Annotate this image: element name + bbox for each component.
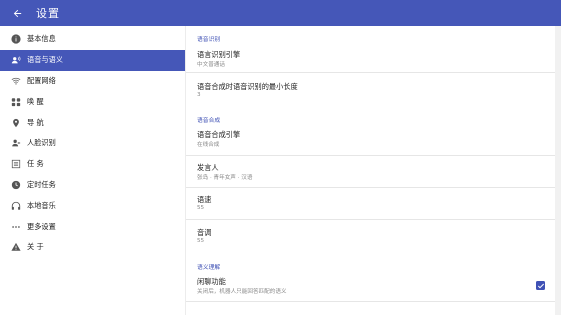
task-list-icon bbox=[10, 159, 21, 170]
sidebar-item-wake[interactable]: 唤 醒 bbox=[0, 91, 185, 112]
page-title: 设置 bbox=[36, 7, 60, 20]
chat-checkbox[interactable] bbox=[536, 281, 545, 290]
sidebar-item-tasks[interactable]: 任 务 bbox=[0, 154, 185, 175]
info-icon bbox=[10, 34, 21, 45]
app-bar: 设置 bbox=[0, 0, 561, 26]
headphones-icon bbox=[10, 200, 21, 211]
check-icon bbox=[537, 283, 544, 288]
pref-min-length[interactable]: 语音合成时语音识别的最小长度 3 bbox=[186, 73, 556, 106]
pref-asr-engine[interactable]: 语言识别引擎 中文普通话 bbox=[186, 45, 556, 72]
sidebar-item-label: 本地音乐 bbox=[27, 200, 56, 210]
clock-icon bbox=[10, 179, 21, 190]
pref-summary: 55 bbox=[197, 238, 205, 244]
sidebar-item-scheduled-tasks[interactable]: 定时任务 bbox=[0, 175, 185, 196]
sidebar-item-label: 人脸识别 bbox=[27, 138, 56, 148]
sidebar-item-more-settings[interactable]: 更多设置 bbox=[0, 216, 185, 237]
pref-summary: 中文普通话 bbox=[197, 62, 225, 68]
pref-pitch[interactable]: 音调 55 bbox=[186, 220, 556, 254]
more-dots-icon bbox=[10, 221, 21, 232]
pref-title: 语速 bbox=[197, 195, 212, 204]
pref-title: 语音合成时语音识别的最小长度 bbox=[197, 82, 298, 91]
pref-title: 音调 bbox=[197, 228, 212, 237]
pref-speed[interactable]: 语速 55 bbox=[186, 188, 556, 219]
voice-icon bbox=[10, 55, 21, 66]
sidebar-item-label: 定时任务 bbox=[27, 179, 56, 189]
pref-summary: 关闭后，机器人只能回答匹配的语义 bbox=[197, 289, 287, 295]
pref-title: 语音合成引擎 bbox=[197, 130, 241, 139]
pref-title: 发言人 bbox=[197, 163, 219, 172]
face-person-icon bbox=[10, 138, 21, 149]
pref-tts-engine[interactable]: 语音合成引擎 在线合成 bbox=[186, 124, 556, 154]
sidebar-item-basic-info[interactable]: 基本信息 bbox=[0, 29, 185, 50]
pref-title: 闲聊功能 bbox=[197, 277, 226, 286]
divider bbox=[186, 301, 556, 302]
location-pin-icon bbox=[10, 117, 21, 128]
sidebar-item-voice-semantics[interactable]: 语音与语义 bbox=[0, 49, 185, 71]
sidebar-item-label: 基本信息 bbox=[27, 34, 56, 44]
sidebar-item-face-recognition[interactable]: 人脸识别 bbox=[0, 133, 185, 154]
warning-icon bbox=[10, 242, 21, 253]
section-header-speech-recognition: 语音识别 bbox=[197, 37, 221, 43]
pref-chat[interactable]: 闲聊功能 关闭后，机器人只能回答匹配的语义 bbox=[186, 271, 556, 301]
sidebar-item-label: 唤 醒 bbox=[27, 96, 44, 106]
sidebar-item-network[interactable]: 配置网络 bbox=[0, 71, 185, 92]
sidebar-item-navigation[interactable]: 导 航 bbox=[0, 112, 185, 133]
arrow-left-icon[interactable] bbox=[8, 4, 26, 22]
pref-summary: 在线合成 bbox=[197, 142, 220, 148]
sidebar-item-label: 关 于 bbox=[27, 242, 44, 252]
pref-summary: 55 bbox=[197, 205, 205, 211]
wake-grid-icon bbox=[10, 96, 21, 107]
sidebar-item-local-music[interactable]: 本地音乐 bbox=[0, 195, 185, 216]
section-header-speech-synthesis: 语音合成 bbox=[197, 118, 221, 124]
pref-summary: 张岛 · 青年女声 · 汉语 bbox=[197, 175, 253, 181]
sidebar-item-about[interactable]: 关 于 bbox=[0, 237, 185, 258]
settings-content: 语音识别 语言识别引擎 中文普通话 语音合成时语音识别的最小长度 3 语音合成 … bbox=[185, 26, 556, 315]
sidebar: 基本信息 语音与语义 配置网络 唤 醒 导 航 人脸识别 任 务 定时任务 本地… bbox=[0, 26, 185, 315]
scrollbar-track[interactable] bbox=[555, 26, 561, 315]
sidebar-item-label: 更多设置 bbox=[27, 221, 56, 231]
pref-title: 语言识别引擎 bbox=[197, 50, 241, 59]
section-header-semantic-understanding: 语义理解 bbox=[197, 265, 221, 271]
sidebar-item-label: 任 务 bbox=[27, 159, 44, 169]
wifi-icon bbox=[10, 75, 21, 86]
pref-summary: 3 bbox=[197, 92, 201, 98]
sidebar-item-label: 导 航 bbox=[27, 117, 44, 127]
pref-speaker[interactable]: 发言人 张岛 · 青年女声 · 汉语 bbox=[186, 156, 556, 187]
sidebar-item-label: 语音与语义 bbox=[27, 55, 63, 65]
sidebar-item-label: 配置网络 bbox=[27, 75, 56, 85]
